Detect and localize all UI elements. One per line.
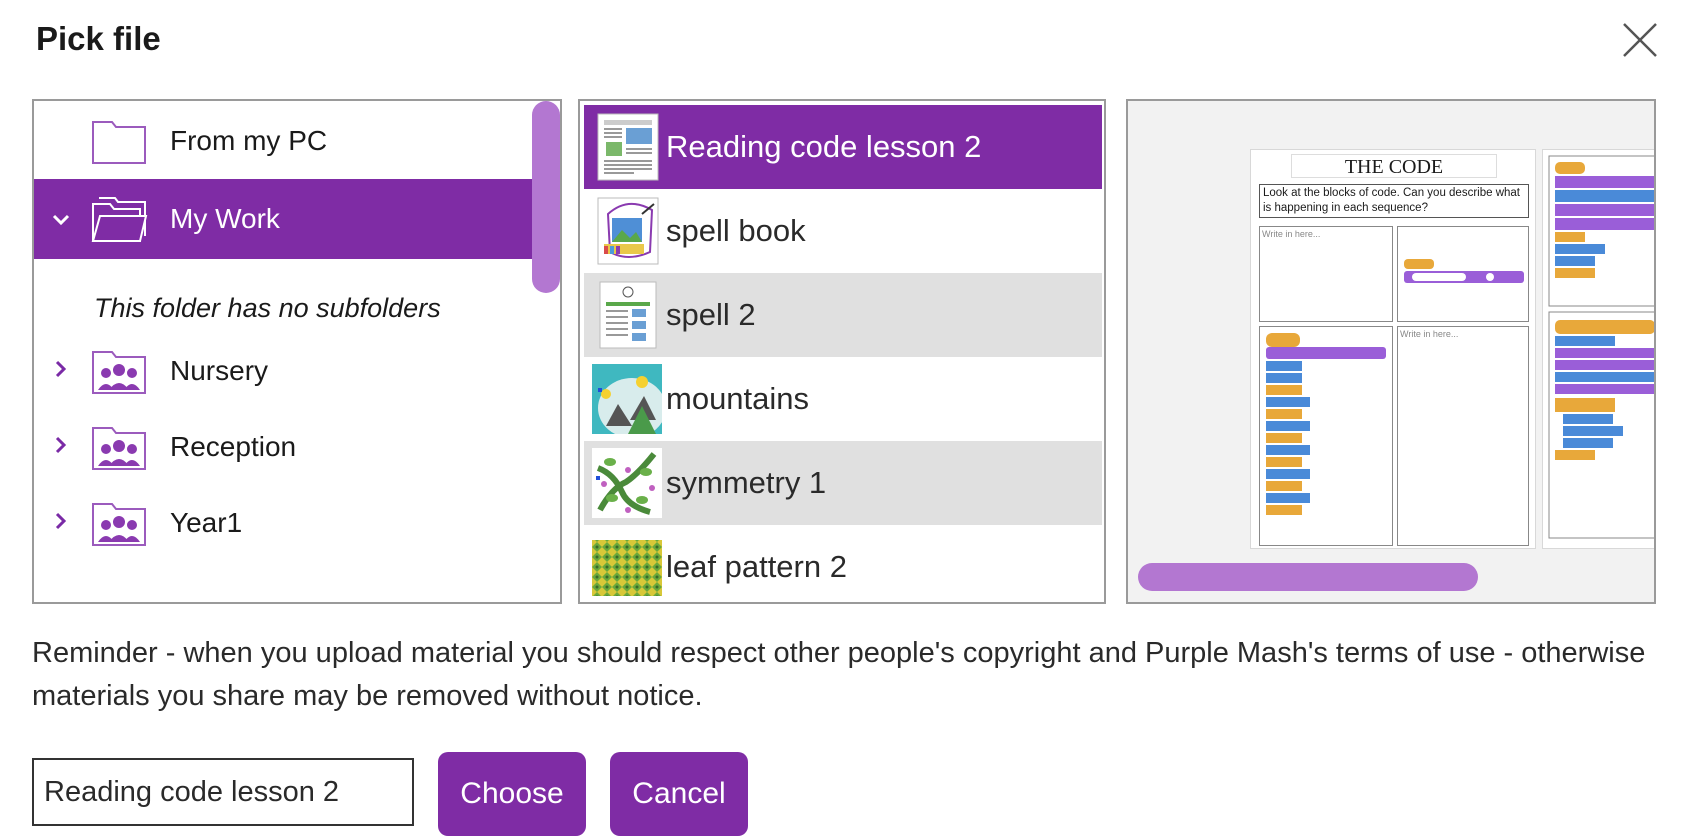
preview-code-box <box>1397 226 1529 322</box>
preview-code-box <box>1259 326 1393 546</box>
write-hint: Write in here... <box>1262 229 1321 239</box>
file-name: mountains <box>666 381 810 416</box>
folder-label: Year1 <box>170 507 243 538</box>
mountains-thumbnail-icon <box>592 364 662 434</box>
folder-item-nursery[interactable]: Nursery <box>34 331 534 411</box>
file-name: spell book <box>666 213 806 248</box>
preview-answer-box: Write in here... <box>1259 226 1393 322</box>
folder-label: My Work <box>170 203 280 234</box>
chevron-down-icon[interactable] <box>50 206 72 232</box>
folder-scrollbar[interactable] <box>532 101 560 293</box>
chevron-right-icon[interactable] <box>50 434 72 460</box>
file-item-mountains[interactable]: mountains <box>584 357 1102 441</box>
close-icon[interactable] <box>1620 20 1660 60</box>
leaf-pattern-thumbnail-icon <box>592 532 662 602</box>
file-item-leaf-pattern-2[interactable]: leaf pattern 2 <box>584 525 1102 602</box>
preview-document-page-2 <box>1542 149 1654 549</box>
file-item-reading-code-lesson-2[interactable]: Reading code lesson 2 <box>584 105 1102 189</box>
spell-book-thumbnail-icon <box>592 196 662 266</box>
dialog-title: Pick file <box>36 20 161 57</box>
file-item-symmetry-1[interactable]: symmetry 1 <box>584 441 1102 525</box>
file-item-spell-2[interactable]: spell 2 <box>584 273 1102 357</box>
file-item-spell-book[interactable]: spell book <box>584 189 1102 273</box>
file-name: symmetry 1 <box>666 465 827 500</box>
folder-item-from-my-pc[interactable]: From my PC <box>34 101 534 181</box>
symmetry-thumbnail-icon <box>592 448 662 518</box>
class-folder-icon <box>90 498 148 548</box>
file-name: spell 2 <box>666 297 756 332</box>
code-blocks-icon <box>1266 333 1386 515</box>
copyright-reminder: Reminder - when you upload material you … <box>32 637 1646 712</box>
folder-item-reception[interactable]: Reception <box>34 407 534 487</box>
folder-item-my-work[interactable]: My Work <box>34 179 534 259</box>
write-hint: Write in here... <box>1400 329 1459 339</box>
class-folder-icon <box>90 422 148 472</box>
chevron-right-icon[interactable] <box>50 358 72 384</box>
class-folder-icon <box>90 346 148 396</box>
preview-doc-instruction: Look at the blocks of code. Can you desc… <box>1259 184 1529 218</box>
code-blocks-icon <box>1548 155 1654 539</box>
file-name: leaf pattern 2 <box>666 549 847 584</box>
file-list-panel: Reading code lesson 2 spell book spell 2… <box>578 99 1106 604</box>
cancel-button[interactable]: Cancel <box>610 752 748 836</box>
folder-label: Reception <box>170 431 297 462</box>
folder-label: Nursery <box>170 355 269 386</box>
folder-open-icon <box>90 194 148 244</box>
file-name: Reading code lesson 2 <box>666 129 982 164</box>
chevron-right-icon[interactable] <box>50 510 72 536</box>
code-blocks-icon <box>1404 259 1524 283</box>
preview-panel: THE CODE Look at the blocks of code. Can… <box>1126 99 1656 604</box>
recipe-thumbnail-icon <box>592 280 662 350</box>
newspaper-thumbnail-icon <box>592 112 662 182</box>
choose-button[interactable]: Choose <box>438 752 586 836</box>
folder-label: From my PC <box>170 125 328 156</box>
filename-input[interactable] <box>32 758 414 826</box>
preview-scrollbar[interactable] <box>1138 563 1478 591</box>
folder-outline-icon <box>90 116 148 166</box>
preview-doc-title: THE CODE <box>1291 154 1497 178</box>
folder-tree-panel: From my PC My Work This folder has no su… <box>32 99 562 604</box>
folder-item-year1[interactable]: Year1 <box>34 483 534 563</box>
preview-answer-box: Write in here... <box>1397 326 1529 546</box>
preview-document-page: THE CODE Look at the blocks of code. Can… <box>1250 149 1536 549</box>
